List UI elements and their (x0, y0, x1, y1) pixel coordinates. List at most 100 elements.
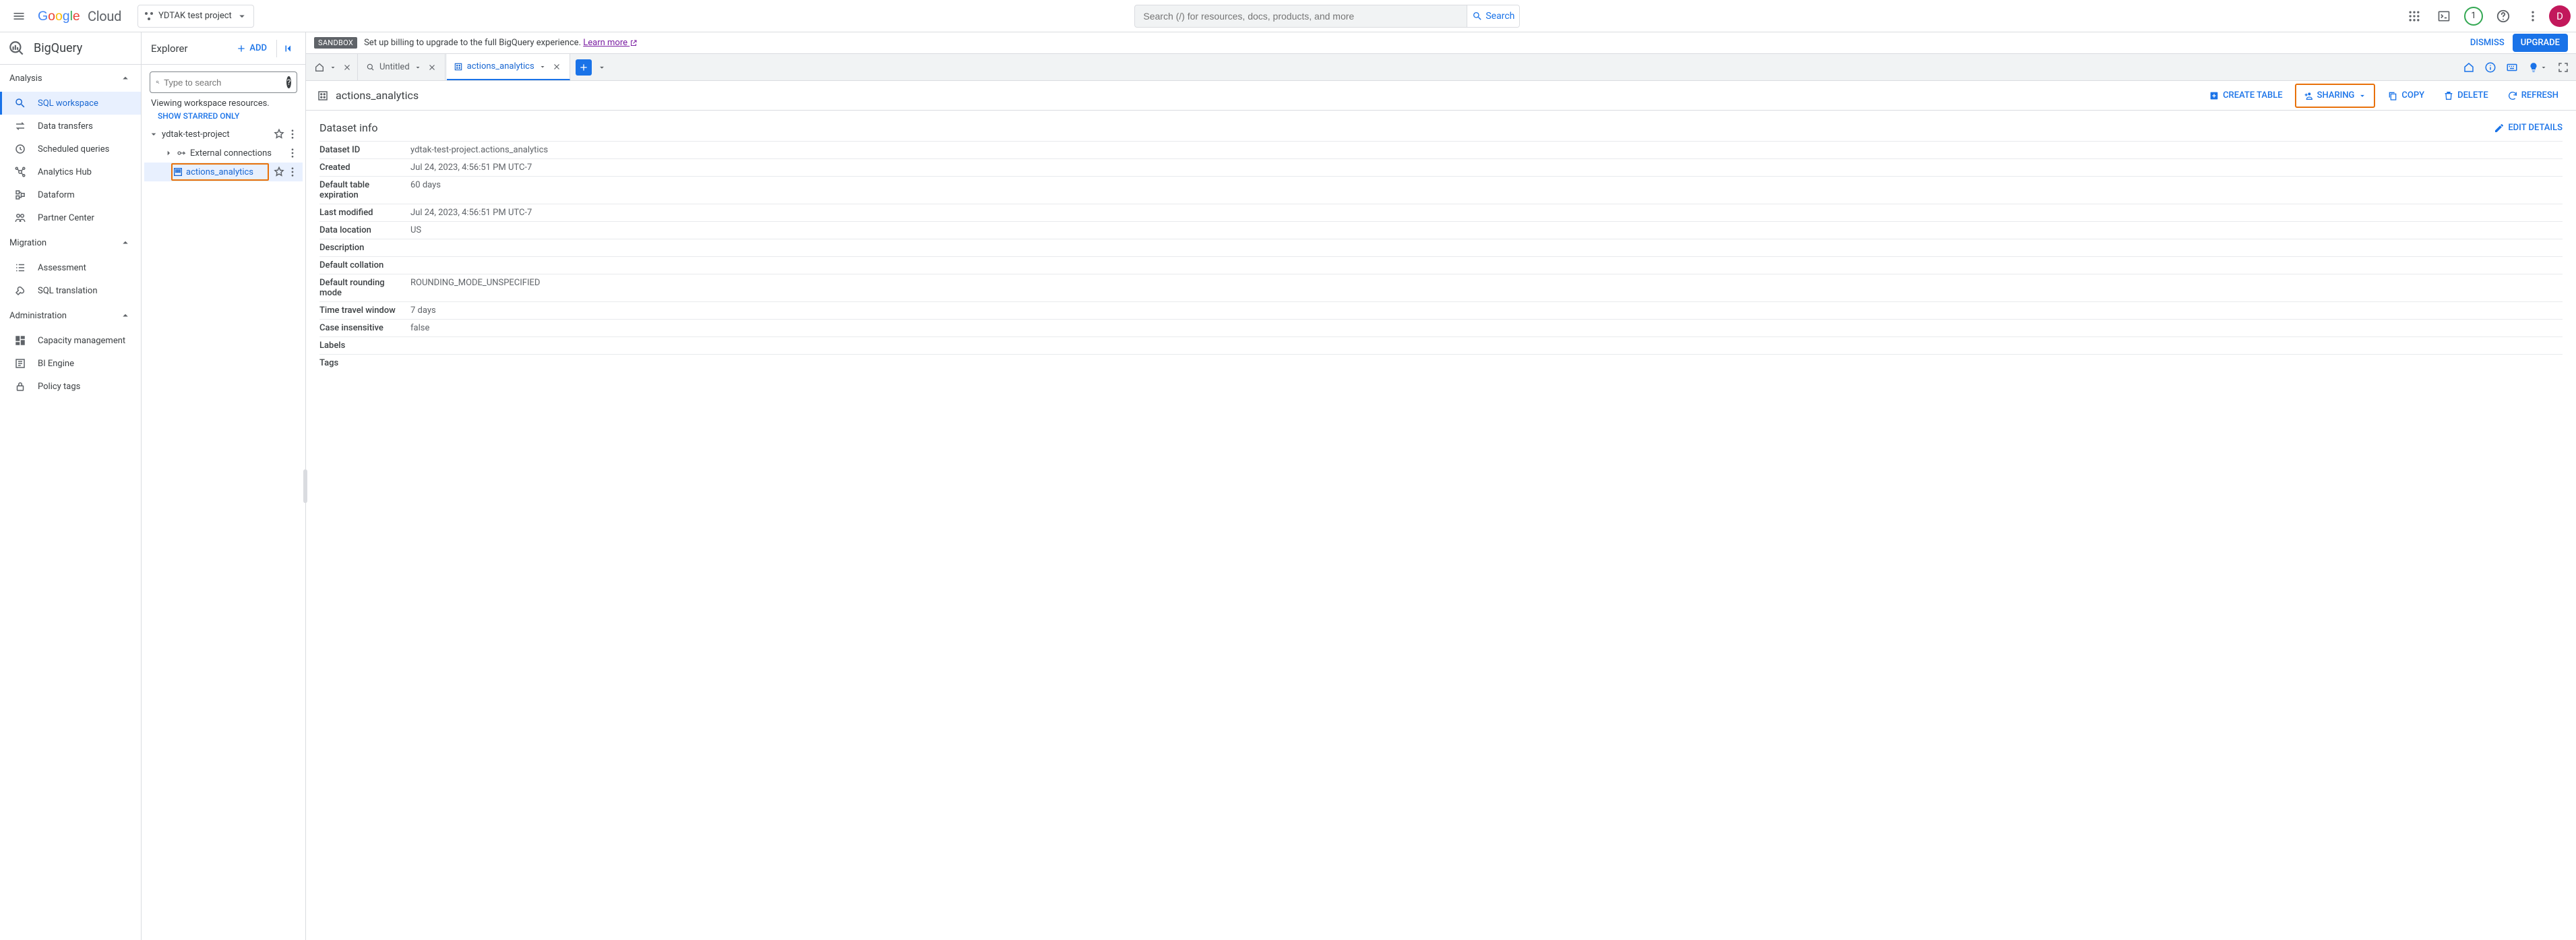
more-button[interactable] (2519, 3, 2546, 30)
dropdown-icon (2358, 91, 2367, 100)
new-tab-menu-button[interactable] (593, 63, 611, 72)
nav-item-assessment[interactable]: Assessment (0, 256, 141, 279)
explorer-search-input[interactable] (164, 78, 282, 88)
tab-close-button[interactable] (551, 61, 563, 73)
explorer-search-field[interactable]: ? (150, 71, 297, 93)
nav-item-bi-engine[interactable]: BI Engine (0, 352, 141, 375)
search-icon (14, 97, 26, 109)
info-value: 60 days (410, 177, 2563, 204)
nav-item-label: Analytics Hub (38, 167, 92, 177)
search-icon (156, 77, 160, 88)
learn-more-link[interactable]: Learn more (583, 38, 638, 48)
info-row: Case insensitivefalse (319, 320, 2563, 337)
dropdown-icon (236, 10, 248, 22)
info-row: Last modifiedJul 24, 2023, 4:56:51 PM UT… (319, 204, 2563, 222)
tab-untitled[interactable]: Untitled (359, 54, 446, 80)
nav-item-label: Dataform (38, 190, 75, 200)
nav-section-label: Analysis (9, 74, 42, 84)
tree-project-row[interactable]: ydtak-test-project (144, 125, 303, 144)
hub-icon (14, 166, 26, 178)
menu-icon (12, 9, 26, 23)
info-value: Jul 24, 2023, 4:56:51 PM UTC-7 (410, 159, 2563, 177)
cloud-shell-button[interactable] (2430, 3, 2457, 30)
nav-item-scheduled-queries[interactable]: Scheduled queries (0, 138, 141, 160)
create-table-button[interactable]: CREATE TABLE (2202, 86, 2290, 105)
tab-actions-analytics[interactable]: actions_analytics (447, 54, 570, 80)
project-name: YDTAK test project (158, 11, 232, 21)
info-value (410, 355, 2563, 372)
tab-close-button[interactable] (341, 61, 353, 74)
account-avatar[interactable]: D (2549, 5, 2571, 27)
tree-external-connections-row[interactable]: External connections (144, 144, 303, 163)
info-key: Labels (319, 337, 410, 355)
nav-section-migration[interactable]: Migration (0, 229, 141, 256)
nav-item-data-transfers[interactable]: Data transfers (0, 115, 141, 138)
more-vert-icon[interactable] (286, 147, 299, 159)
star-outline-icon[interactable] (273, 166, 285, 178)
nav-item-partner-center[interactable]: Partner Center (0, 206, 141, 229)
collapse-panel-button[interactable] (276, 40, 296, 57)
tab-close-button[interactable] (426, 61, 438, 74)
info-row: Data locationUS (319, 222, 2563, 239)
help-button[interactable] (2490, 3, 2517, 30)
pencil-icon (2494, 123, 2505, 134)
nav-item-sql-workspace[interactable]: SQL workspace (0, 92, 141, 115)
chevron-up-icon (119, 72, 131, 84)
hamburger-menu-button[interactable] (5, 3, 32, 30)
keyboard-button[interactable] (2503, 59, 2521, 76)
edit-details-label: EDIT DETAILS (2508, 123, 2563, 133)
info-value: ydtak-test-project.actions_analytics (410, 142, 2563, 159)
tree-dataset-row[interactable]: actions_analytics (144, 163, 303, 181)
explorer-panel: Explorer ADD ? Viewing workspace resourc… (142, 32, 306, 940)
tab-label: actions_analytics (467, 61, 534, 71)
nav-item-label: SQL workspace (38, 98, 98, 109)
nav-section-analysis[interactable]: Analysis (0, 65, 141, 92)
info-row: Dataset IDydtak-test-project.actions_ana… (319, 142, 2563, 159)
sharing-button[interactable]: SHARING (2295, 84, 2376, 108)
nav-item-policy-tags[interactable]: Policy tags (0, 375, 141, 398)
lock-icon (14, 380, 26, 392)
nav-item-analytics-hub[interactable]: Analytics Hub (0, 160, 141, 183)
nav-section-administration[interactable]: Administration (0, 302, 141, 329)
google-cloud-logo[interactable]: Google Cloud (38, 8, 121, 24)
dismiss-button[interactable]: DISMISS (2470, 38, 2505, 48)
edit-details-button[interactable]: EDIT DETAILS (2494, 123, 2563, 134)
show-starred-button[interactable]: SHOW STARRED ONLY (142, 111, 305, 125)
new-tab-button[interactable] (576, 59, 592, 76)
search-icon (1472, 11, 1483, 22)
nav-item-dataform[interactable]: Dataform (0, 183, 141, 206)
tab-home[interactable] (310, 54, 358, 80)
fullscreen-button[interactable] (2554, 59, 2572, 76)
search-button[interactable]: Search (1467, 5, 1519, 27)
home-shortcut-button[interactable] (2460, 59, 2478, 76)
help-icon (2496, 9, 2511, 24)
add-button[interactable]: ADD (233, 40, 270, 57)
nav-item-sql-translation[interactable]: SQL translation (0, 279, 141, 302)
delete-button[interactable]: DELETE (2436, 86, 2495, 105)
info-row: Description (319, 239, 2563, 257)
top-bar: Google Cloud YDTAK test project Search 1 (0, 0, 2576, 32)
search-input[interactable] (1135, 5, 1467, 27)
info-icon (2484, 61, 2496, 74)
dataset-header: actions_analytics CREATE TABLE SHARING C… (306, 81, 2576, 111)
search-help-icon[interactable]: ? (286, 76, 291, 88)
more-vert-icon[interactable] (286, 166, 299, 178)
close-icon (427, 63, 437, 72)
refresh-button[interactable]: REFRESH (2501, 86, 2565, 105)
more-vert-icon[interactable] (286, 128, 299, 140)
info-button[interactable] (2482, 59, 2499, 76)
avatar-initial: D (2556, 10, 2563, 22)
upgrade-button[interactable]: UPGRADE (2513, 34, 2568, 52)
nav-item-label: Capacity management (38, 336, 125, 346)
bulb-icon (2527, 61, 2540, 74)
nav-item-capacity-management[interactable]: Capacity management (0, 329, 141, 352)
bi-engine-icon (14, 357, 26, 370)
project-picker[interactable]: YDTAK test project (137, 5, 254, 28)
copy-button[interactable]: COPY (2381, 86, 2431, 105)
star-outline-icon[interactable] (273, 128, 285, 140)
free-trial-badge[interactable]: 1 (2460, 3, 2487, 30)
resize-handle[interactable] (303, 469, 307, 503)
tips-button[interactable] (2525, 59, 2550, 76)
apps-button[interactable] (2401, 3, 2428, 30)
close-icon (342, 63, 352, 72)
